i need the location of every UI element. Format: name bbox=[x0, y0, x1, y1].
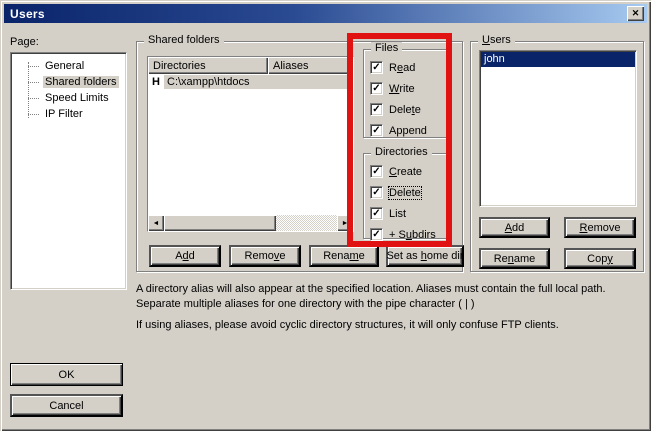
page-item-label: General bbox=[43, 60, 86, 72]
page-item-label: Speed Limits bbox=[43, 92, 111, 104]
horizontal-scrollbar[interactable]: ◄ ► bbox=[148, 215, 353, 231]
rename-folder-button[interactable]: Rename bbox=[309, 245, 379, 267]
scrollbar-thumb[interactable] bbox=[164, 215, 276, 231]
column-header-aliases[interactable]: Aliases bbox=[268, 57, 353, 74]
alias-note-2: If using aliases, please avoid cyclic di… bbox=[136, 318, 648, 333]
tree-branch-icon bbox=[28, 82, 39, 83]
shared-folders-group-label: Shared folders bbox=[144, 34, 224, 47]
scroll-left-icon: ◄ bbox=[153, 220, 160, 227]
close-button[interactable]: ✕ bbox=[627, 6, 644, 21]
directories-rows: H C:\xampp\htdocs bbox=[148, 74, 353, 215]
directories-list: Directories Aliases H C:\xampp\htdocs ◄ … bbox=[147, 56, 354, 232]
page-item-shared-folders[interactable]: Shared folders bbox=[11, 74, 126, 90]
directory-path: C:\xampp\htdocs bbox=[164, 75, 353, 89]
users-list: john bbox=[479, 50, 637, 207]
cancel-button[interactable]: Cancel bbox=[10, 394, 123, 417]
page-tree: General Shared folders Speed Limits IP F… bbox=[11, 53, 126, 122]
directories-list-header: Directories Aliases bbox=[148, 57, 353, 74]
window-title: Users bbox=[10, 7, 45, 21]
add-folder-button[interactable]: Add bbox=[149, 245, 221, 267]
column-header-directories[interactable]: Directories bbox=[148, 57, 268, 74]
copy-user-button[interactable]: Copy bbox=[564, 248, 636, 269]
ok-button[interactable]: OK bbox=[10, 363, 123, 386]
user-row-john[interactable]: john bbox=[481, 52, 635, 67]
alias-note-1: A directory alias will also appear at th… bbox=[136, 282, 648, 312]
titlebar[interactable]: Users ✕ bbox=[4, 4, 647, 23]
directory-row[interactable]: H C:\xampp\htdocs bbox=[148, 74, 353, 90]
rename-user-button[interactable]: Rename bbox=[479, 248, 550, 269]
add-user-button[interactable]: Add bbox=[479, 217, 550, 238]
alias-notes: A directory alias will also appear at th… bbox=[136, 282, 648, 339]
remove-folder-button[interactable]: Remove bbox=[229, 245, 301, 267]
page-item-general[interactable]: General bbox=[11, 58, 126, 74]
page-item-label: IP Filter bbox=[43, 108, 85, 120]
scroll-left-button[interactable]: ◄ bbox=[148, 215, 164, 231]
users-group-label: Users bbox=[478, 34, 515, 47]
tree-branch-icon bbox=[28, 114, 39, 115]
users-dialog: Users ✕ Page: General Shared folders Spe… bbox=[0, 0, 651, 431]
page-item-speed-limits[interactable]: Speed Limits bbox=[11, 90, 126, 106]
tree-branch-icon bbox=[28, 98, 39, 99]
set-home-dir-button[interactable]: Set as home dir bbox=[386, 245, 464, 267]
tree-branch-icon bbox=[28, 66, 39, 67]
page-list: General Shared folders Speed Limits IP F… bbox=[10, 52, 127, 290]
page-label: Page: bbox=[10, 36, 39, 48]
scrollbar-track[interactable] bbox=[276, 215, 337, 231]
close-icon: ✕ bbox=[632, 8, 640, 19]
page-item-ip-filter[interactable]: IP Filter bbox=[11, 106, 126, 122]
highlight-rectangle bbox=[347, 33, 452, 247]
users-group: Users john Add Remove Rename Copy bbox=[470, 41, 644, 272]
page-item-label: Shared folders bbox=[43, 76, 119, 88]
home-flag: H bbox=[148, 76, 164, 88]
remove-user-button[interactable]: Remove bbox=[564, 217, 636, 238]
